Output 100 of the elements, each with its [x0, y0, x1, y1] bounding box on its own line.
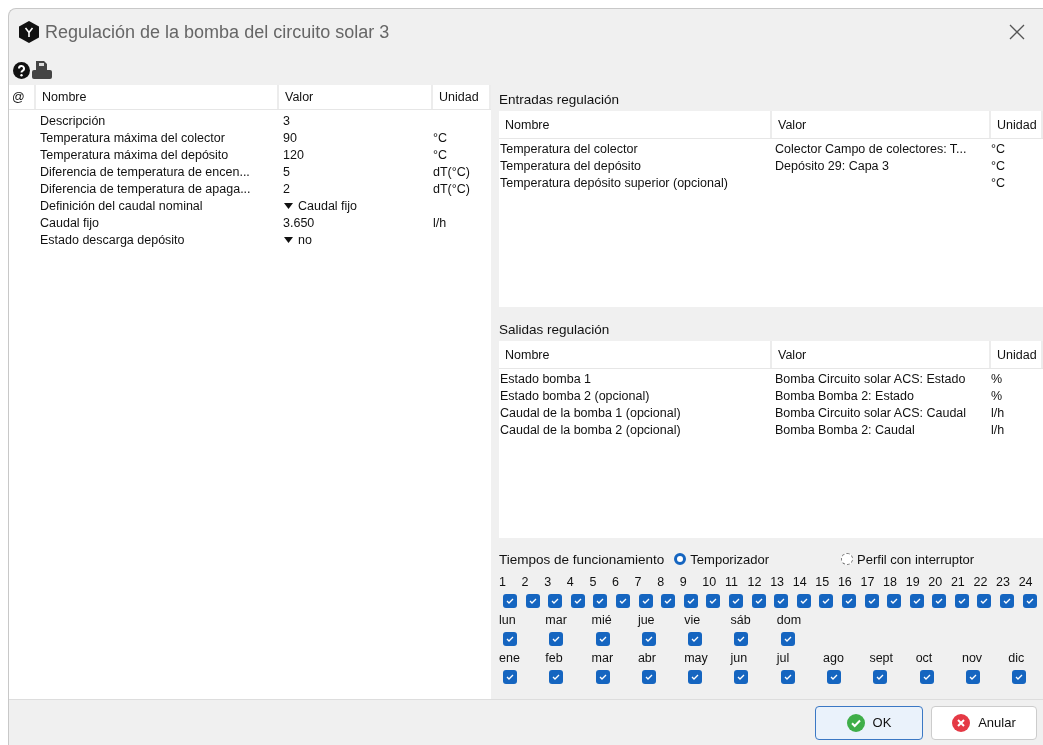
check-icon [730, 596, 741, 606]
radio-button[interactable]: Perfil con interruptor [841, 551, 975, 567]
table-cell-text: Estado descarga depósito [39, 232, 186, 247]
checkbox[interactable] [1022, 594, 1037, 608]
checkbox[interactable] [827, 670, 842, 684]
check-icon [1014, 672, 1025, 682]
checkbox[interactable] [503, 670, 517, 684]
radio-button[interactable]: Temporizador [674, 551, 770, 567]
cancel-button[interactable]: Anular [931, 705, 1037, 740]
checkbox[interactable] [638, 594, 653, 608]
checkbox[interactable] [751, 594, 766, 608]
check-icon [911, 596, 922, 606]
section-title: Tiempos de funcionamiento [499, 551, 665, 567]
check-icon [550, 596, 561, 606]
checkbox[interactable] [615, 594, 630, 608]
column-header[interactable]: Unidad [433, 85, 491, 109]
checkbox[interactable] [595, 670, 610, 684]
column-header[interactable]: Nombre [499, 341, 772, 368]
checkbox[interactable] [595, 632, 610, 646]
check-icon [782, 672, 793, 682]
table-cell-text: 2 [282, 181, 291, 196]
checkbox-label: 4 [566, 575, 574, 590]
checkbox[interactable] [503, 594, 517, 608]
checkbox[interactable] [503, 632, 517, 646]
column-header[interactable]: Nombre [36, 85, 279, 109]
checkbox[interactable] [780, 632, 795, 646]
check-icon [640, 596, 651, 606]
column-header[interactable]: Valor [279, 85, 433, 109]
checkbox[interactable] [734, 670, 749, 684]
table-cell-text: °C [433, 130, 449, 145]
checkbox[interactable] [819, 594, 834, 608]
checkbox[interactable] [841, 594, 856, 608]
checkbox-label: 1 [499, 575, 506, 590]
table-cell-text: Bomba Circuito solar ACS: Caudal [774, 405, 968, 420]
check-icon [821, 596, 832, 606]
check-icon [846, 713, 865, 732]
help-icon[interactable] [13, 61, 30, 79]
check-icon [643, 634, 654, 644]
dropdown[interactable]: Caudal fijo [279, 198, 433, 213]
save-icon[interactable] [32, 61, 52, 79]
checkbox-label: 9 [679, 575, 687, 590]
checkbox[interactable] [728, 594, 743, 608]
checkbox[interactable] [548, 594, 563, 608]
column-header[interactable]: Unidad [991, 111, 1043, 138]
column-header[interactable]: Valor [772, 341, 991, 368]
checkbox[interactable] [661, 594, 676, 608]
close-icon[interactable] [1008, 23, 1026, 41]
checkbox-label: 3 [544, 575, 552, 590]
table-cell-text: 5 [282, 164, 291, 179]
checkbox[interactable] [734, 632, 749, 646]
table-cell-text: Caudal de la bomba 1 (opcional) [499, 405, 682, 420]
checkbox-label: 24 [1018, 575, 1033, 590]
column-header[interactable]: Unidad [991, 341, 1043, 368]
table-cell-text: % [991, 371, 1004, 386]
checkbox[interactable] [525, 594, 540, 608]
table-cell-text: °C [991, 175, 1007, 190]
table-cell-text: 120 [282, 147, 305, 162]
checkbox[interactable] [688, 670, 703, 684]
checkbox-label: 14 [792, 575, 807, 590]
column-header[interactable]: Nombre [499, 111, 772, 138]
checkbox[interactable] [549, 670, 564, 684]
checkbox-label: mar [591, 651, 614, 666]
checkbox[interactable] [965, 670, 980, 684]
checkbox[interactable] [873, 670, 888, 684]
checkbox[interactable] [774, 594, 789, 608]
checkbox[interactable] [688, 632, 703, 646]
column-header[interactable]: @ [9, 85, 36, 109]
check-icon [527, 596, 538, 606]
checkbox-label: 16 [837, 575, 852, 590]
checkbox[interactable] [593, 594, 608, 608]
checkbox[interactable] [796, 594, 811, 608]
check-icon [690, 672, 701, 682]
checkbox[interactable] [683, 594, 698, 608]
dropdown[interactable]: no [279, 232, 433, 247]
checkbox-label: mar [545, 613, 567, 628]
checkbox[interactable] [932, 594, 947, 608]
section-title: Entradas regulación [499, 90, 621, 109]
checkbox[interactable] [909, 594, 924, 608]
check-icon [776, 596, 787, 606]
checkbox[interactable] [977, 594, 992, 608]
checkbox[interactable] [780, 670, 795, 684]
checkbox[interactable] [549, 632, 564, 646]
checkbox[interactable] [864, 594, 879, 608]
checkbox-label: 6 [611, 575, 619, 590]
checkbox[interactable] [1012, 670, 1027, 684]
checkbox[interactable] [887, 594, 902, 608]
checkbox[interactable] [954, 594, 969, 608]
checkbox[interactable] [919, 670, 934, 684]
checkbox[interactable] [706, 594, 721, 608]
check-icon [753, 596, 764, 606]
table-cell-text: Colector Campo de colectores: T... [774, 141, 968, 156]
checkbox-label: 18 [883, 575, 897, 590]
checkbox-label: dom [776, 613, 802, 628]
checkbox[interactable] [1000, 594, 1015, 608]
checkbox-label: 22 [973, 575, 988, 590]
checkbox[interactable] [641, 632, 656, 646]
column-header[interactable]: Valor [772, 111, 991, 138]
checkbox[interactable] [570, 594, 585, 608]
ok-button[interactable]: OK [815, 705, 923, 740]
checkbox[interactable] [641, 670, 656, 684]
